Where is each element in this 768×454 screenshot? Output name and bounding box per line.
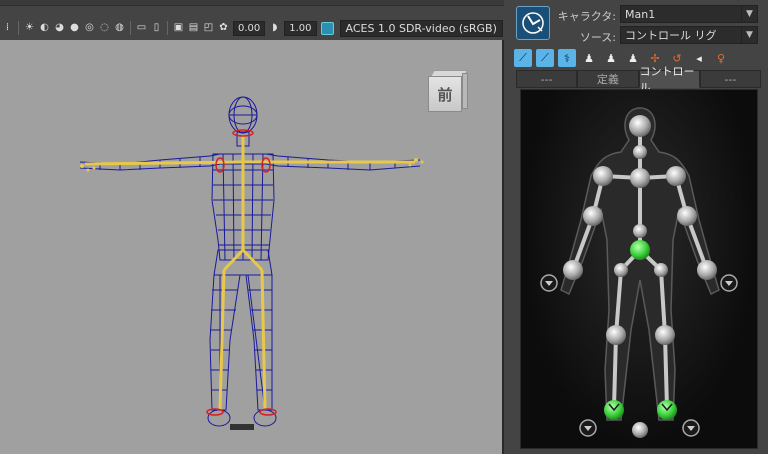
character-wireframe[interactable] (60, 90, 440, 440)
toolbar-separator (130, 21, 131, 35)
gamma-icon[interactable]: ◗ (269, 23, 280, 34)
xray-icon[interactable]: ▯ (151, 23, 162, 34)
body-part-ik-icon[interactable]: ⟋ (536, 49, 554, 67)
toolbar-separator (167, 21, 168, 35)
toolbar-topline (0, 0, 504, 6)
grid-dots-icon[interactable]: ⁞ (2, 23, 13, 34)
character-label: キャラクタ: (557, 10, 616, 23)
pin-translate-icon[interactable]: ♟ (580, 49, 598, 67)
character-value: Man1 (625, 7, 656, 21)
right-knee-joint[interactable] (655, 325, 675, 345)
light-icon[interactable]: ☀ (24, 23, 35, 34)
tab-blank-2[interactable]: --- (699, 70, 761, 88)
safe-action-icon[interactable]: ◰ (203, 23, 214, 34)
left-wrist-joint[interactable] (563, 260, 583, 280)
humanik-figure-icon (522, 12, 544, 34)
chevron-down-icon[interactable]: ▼ (741, 6, 757, 22)
source-label: ソース: (579, 31, 616, 44)
viewport-3d[interactable]: ⁞ ☀ ◐ ◕ ● ◎ ◌ ◍ ▭ ▯ ▣ ▤ ◰ ✿ 0.00 ◗ 1.00 (0, 0, 504, 454)
toolbar-strip: ⁞ ☀ ◐ ◕ ● ◎ ◌ ◍ ▭ ▯ ▣ ▤ ◰ ✿ 0.00 ◗ 1.00 (0, 18, 504, 38)
dof-icon[interactable]: ◍ (114, 23, 125, 34)
aa-icon[interactable]: ◌ (99, 23, 110, 34)
source-dropdown[interactable]: コントロール リグ ▼ (620, 26, 758, 44)
exposure-icon[interactable]: ✿ (218, 23, 229, 34)
color-space-field[interactable]: ACES 1.0 SDR-video (sRGB) (339, 19, 503, 37)
ao-icon[interactable]: ◕ (54, 23, 65, 34)
color-management-icon[interactable] (320, 21, 334, 35)
control-rig-diagram (540, 107, 738, 438)
camera-gate-icon[interactable]: ▣ (173, 23, 184, 34)
view-cube-side[interactable] (462, 73, 468, 109)
sphere-icon[interactable]: ● (69, 23, 80, 34)
motion-blur-icon[interactable]: ◎ (84, 23, 95, 34)
head-joint[interactable] (629, 115, 651, 137)
humanik-panel: キャラクタ: Man1 ▼ ソース: コントロール リグ ▼ ⟋ ⟋ ⚕ ♟ ♟… (506, 0, 768, 454)
source-value: コントロール リグ (625, 29, 717, 42)
character-dropdown[interactable]: Man1 ▼ (620, 5, 758, 23)
left-knee-joint[interactable] (606, 325, 626, 345)
isolate-icon[interactable]: ▭ (136, 23, 147, 34)
exposure-field[interactable]: 0.00 (233, 20, 266, 36)
neck-joint[interactable] (633, 145, 647, 159)
chevron-down-icon[interactable]: ▼ (741, 27, 757, 43)
humanik-logo-icon[interactable] (516, 6, 550, 40)
skeleton-select-icon[interactable]: ⚕ (558, 49, 576, 67)
left-elbow-joint[interactable] (583, 206, 603, 226)
tab-controls[interactable]: コントロール (638, 65, 700, 94)
tab-blank-1[interactable]: --- (516, 70, 578, 88)
toolbar-separator (18, 21, 19, 35)
right-wrist-joint[interactable] (697, 260, 717, 280)
right-shoulder-joint[interactable] (666, 166, 686, 186)
hips-joint[interactable] (630, 240, 650, 260)
ground-joint[interactable] (632, 422, 648, 438)
hik-tabs: --- 定義 コントロール --- (516, 65, 761, 94)
right-hip-joint[interactable] (654, 263, 668, 277)
overscan-icon[interactable]: ▤ (188, 23, 199, 34)
chest-joint[interactable] (630, 168, 650, 188)
right-elbow-joint[interactable] (677, 206, 697, 226)
gamma-field[interactable]: 1.00 (284, 20, 317, 36)
tab-definition[interactable]: 定義 (577, 70, 639, 88)
full-body-ik-icon[interactable]: ⟋ (514, 49, 532, 67)
viewport-toolbar: ⁞ ☀ ◐ ◕ ● ◎ ◌ ◍ ▭ ▯ ▣ ▤ ◰ ✿ 0.00 ◗ 1.00 (0, 0, 504, 40)
pin-rotate-icon[interactable]: ♟ (602, 49, 620, 67)
control-rig-picker (520, 89, 758, 449)
t-pose-icon[interactable]: ♀ (712, 49, 730, 67)
left-shoulder-joint[interactable] (593, 166, 613, 186)
spine-joint[interactable] (633, 224, 647, 238)
shadow-icon[interactable]: ◐ (39, 23, 50, 34)
left-hip-joint[interactable] (614, 263, 628, 277)
